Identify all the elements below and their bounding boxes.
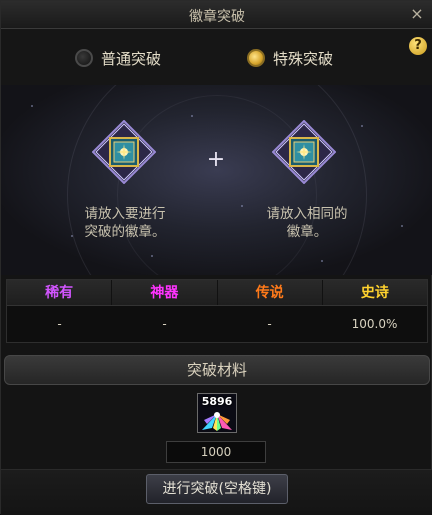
rarity-header-artifact: 神器 bbox=[112, 280, 218, 305]
star-decoration bbox=[361, 125, 363, 127]
close-icon[interactable]: × bbox=[409, 5, 425, 23]
rarity-header-rare: 稀有 bbox=[7, 280, 113, 305]
target-badge-slot[interactable] bbox=[92, 120, 156, 184]
target-badge-hint: 请放入要进行 突破的徽章。 bbox=[84, 206, 166, 240]
same-badge-slot[interactable] bbox=[272, 120, 336, 184]
rarity-header-row: 稀有 神器 传说 史诗 bbox=[7, 280, 427, 306]
star-decoration bbox=[151, 255, 153, 257]
rarity-value-artifact: - bbox=[162, 317, 167, 331]
badge-breakthrough-window: 徽章突破 × 普通突破 特殊突破 ? + 请放入要进行 突破的徽章。 请放入相同… bbox=[0, 0, 432, 515]
rarity-value-row: - - - 100.0% bbox=[7, 306, 427, 342]
title-bar[interactable]: 徽章突破 × bbox=[1, 1, 432, 29]
star-decoration bbox=[191, 115, 193, 117]
rarity-probability-table: 稀有 神器 传说 史诗 - - - 100.0% bbox=[6, 279, 428, 343]
star-decoration bbox=[321, 260, 323, 262]
window-title: 徽章突破 bbox=[189, 9, 245, 25]
special-breakthrough-label: 特殊突破 bbox=[273, 49, 334, 68]
help-icon[interactable]: ? bbox=[409, 37, 427, 55]
radio-selected-icon bbox=[247, 49, 265, 67]
plus-icon: + bbox=[206, 147, 226, 172]
normal-breakthrough-label: 普通突破 bbox=[101, 49, 162, 68]
material-quantity-field[interactable]: 1000 bbox=[166, 441, 266, 463]
rarity-value-rare: - bbox=[57, 317, 62, 331]
rarity-header-legendary: 传说 bbox=[218, 280, 323, 305]
normal-breakthrough-radio[interactable]: 普通突破 bbox=[75, 47, 161, 69]
breakthrough-button[interactable]: 进行突破(空格键) bbox=[146, 474, 288, 504]
radio-unselected-icon bbox=[75, 49, 93, 67]
material-item-slot[interactable]: 5896 bbox=[197, 393, 237, 433]
badge-slot-area: + 请放入要进行 突破的徽章。 请放入相同的 徽章。 bbox=[1, 85, 432, 275]
mode-selector: 普通突破 特殊突破 ? bbox=[1, 29, 432, 85]
star-decoration bbox=[31, 105, 33, 107]
rarity-value-legendary: - bbox=[267, 317, 272, 331]
materials-header: 突破材料 bbox=[4, 355, 430, 385]
special-breakthrough-radio[interactable]: 特殊突破 bbox=[247, 47, 333, 69]
material-count: 5896 bbox=[201, 395, 233, 408]
star-decoration bbox=[401, 225, 403, 227]
rarity-value-epic: 100.0% bbox=[351, 317, 398, 331]
same-badge-hint: 请放入相同的 徽章。 bbox=[266, 206, 348, 240]
rarity-header-epic: 史诗 bbox=[360, 285, 389, 301]
